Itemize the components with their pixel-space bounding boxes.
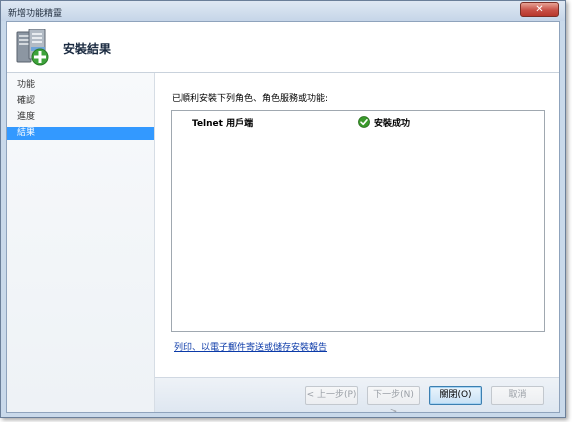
back-button[interactable]: < 上一步(P) xyxy=(305,386,358,405)
wizard-window: 新增功能精靈 ✕ 安裝結果 功能 確認 進度 結果 已順利安裝下列角色、角色服務… xyxy=(0,0,566,418)
nav-item-results[interactable]: 結果 xyxy=(7,127,154,140)
wizard-client-area: 安裝結果 功能 確認 進度 結果 已順利安裝下列角色、角色服務或功能: Teln… xyxy=(6,21,560,413)
nav-item-label: 結果 xyxy=(17,128,36,138)
close-window-button[interactable]: ✕ xyxy=(520,2,559,17)
list-item[interactable]: Telnet 用戶端 安裝成功 xyxy=(172,114,544,130)
main-content: 已順利安裝下列角色、角色服務或功能: Telnet 用戶端 安裝成功 列印、以電… xyxy=(155,73,559,377)
nav-item-label: 確認 xyxy=(17,96,36,106)
next-button[interactable]: 下一步(N) > xyxy=(367,386,420,412)
nav-item-progress[interactable]: 進度 xyxy=(7,111,154,124)
feature-name: Telnet 用戶端 xyxy=(192,119,254,129)
title-bar[interactable]: 新增功能精靈 ✕ xyxy=(1,1,565,21)
close-button[interactable]: 關閉(O) xyxy=(429,386,482,405)
nav-item-features[interactable]: 功能 xyxy=(7,79,154,92)
server-add-icon xyxy=(16,29,49,66)
cancel-button[interactable]: 取消 xyxy=(491,386,544,405)
intro-text: 已順利安裝下列角色、角色服務或功能: xyxy=(172,94,329,104)
status-text: 安裝成功 xyxy=(374,119,411,129)
success-check-icon xyxy=(358,116,370,128)
nav-item-label: 進度 xyxy=(17,112,36,122)
report-link[interactable]: 列印、以電子郵件寄送或儲存安裝報告 xyxy=(174,340,327,353)
results-list[interactable]: Telnet 用戶端 安裝成功 xyxy=(171,110,545,332)
window-title: 新增功能精靈 xyxy=(8,9,63,19)
wizard-nav: 功能 確認 進度 結果 xyxy=(7,73,155,412)
button-bar: < 上一步(P) 下一步(N) > 關閉(O) 取消 xyxy=(155,377,559,412)
header-banner: 安裝結果 xyxy=(7,22,559,73)
page-title: 安裝結果 xyxy=(63,42,112,56)
nav-item-confirm[interactable]: 確認 xyxy=(7,95,154,108)
nav-item-label: 功能 xyxy=(17,80,36,90)
close-icon: ✕ xyxy=(535,4,544,15)
